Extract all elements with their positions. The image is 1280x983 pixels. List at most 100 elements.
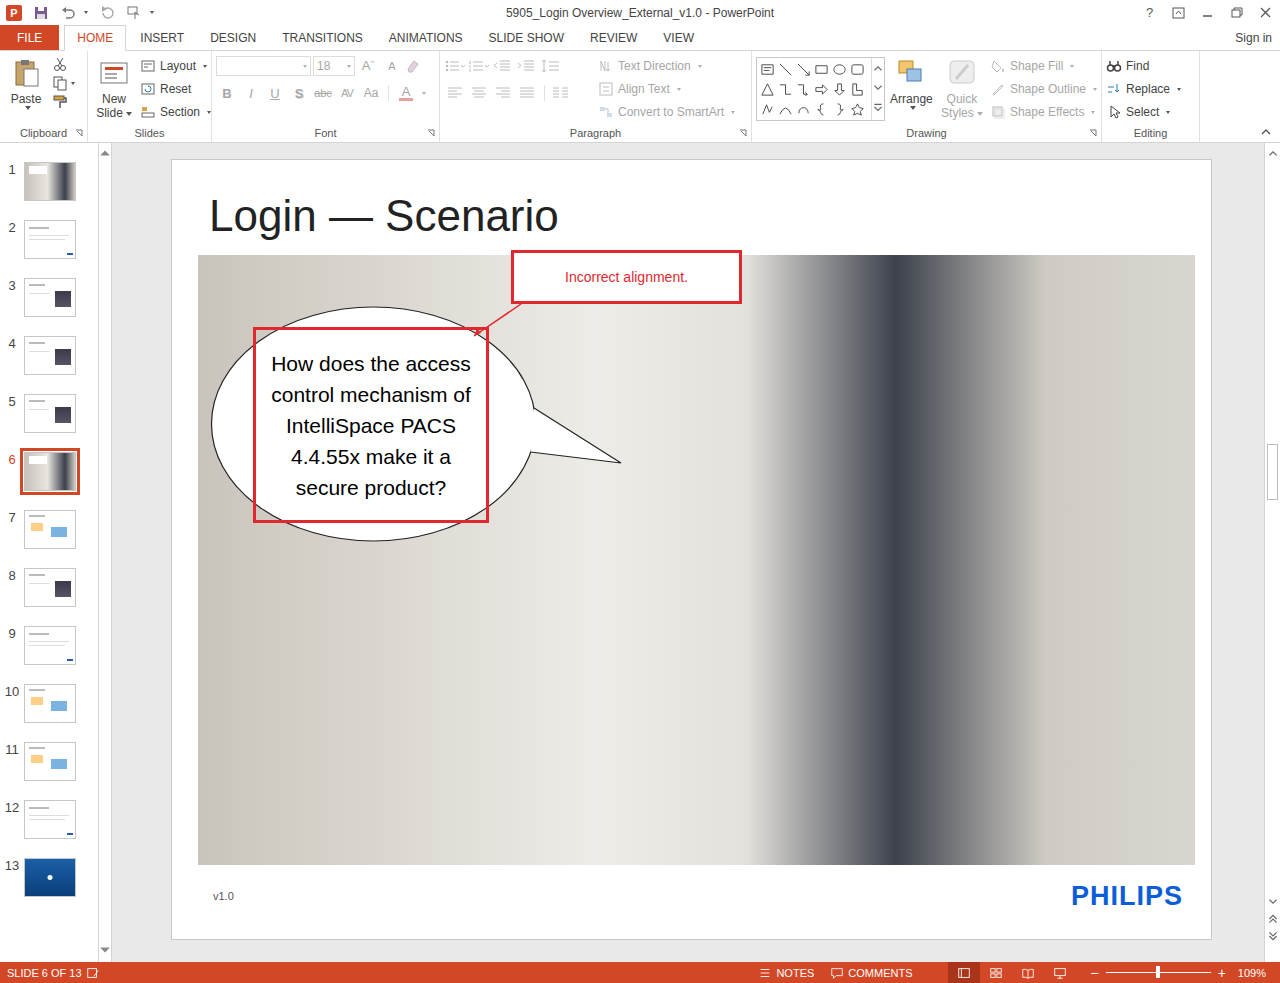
paste-button[interactable]: Paste [4,55,48,126]
slide-footer[interactable]: v1.0 [213,890,234,902]
editing-command[interactable]: Select [1106,102,1181,122]
clear-formatting-icon[interactable] [405,58,421,74]
thumbnails-scrollbar[interactable] [98,143,112,962]
dropdown-arrow-icon[interactable] [303,65,307,68]
arrange-button[interactable]: Arrange [889,55,934,126]
zoom-slider[interactable] [1106,972,1211,973]
font-name-field[interactable] [216,56,311,76]
slide-thumbnail[interactable] [24,858,76,897]
shape-icon[interactable] [814,102,829,117]
slide-thumbnail[interactable] [24,626,76,665]
ribbon-tab[interactable]: ANIMATIONS [377,25,475,50]
paragraph-command[interactable]: Align Text [598,79,735,99]
help-button[interactable]: ? [1135,5,1164,21]
slide-thumbnail[interactable] [24,278,76,317]
slide-thumbnail-row[interactable]: 2 [0,220,98,278]
editing-command[interactable]: Replace [1106,79,1181,99]
shadow-button[interactable]: S [288,86,310,101]
dropdown-arrow-icon[interactable] [698,65,702,68]
previous-slide-icon[interactable] [1267,913,1279,925]
dropdown-arrow-icon[interactable] [1166,111,1170,114]
slide-thumbnail[interactable] [24,800,76,839]
shrink-font-button[interactable]: A [381,60,403,72]
scroll-up-icon[interactable] [1267,147,1279,159]
shape-icon[interactable] [796,82,811,97]
slideshow-view-button[interactable] [1044,962,1076,983]
powerpoint-icon[interactable]: P [6,5,22,21]
slide-thumbnail[interactable] [24,510,76,549]
callout-text[interactable]: How does the access control mechanism of… [253,327,489,523]
paragraph-command[interactable]: Text Direction [598,56,735,76]
copy-icon[interactable] [52,75,68,91]
ribbon-tab[interactable]: DESIGN [198,25,268,50]
scroll-down-icon[interactable] [1267,896,1279,908]
new-slide-dropdown-arrow-icon[interactable] [126,112,132,116]
close-icon[interactable] [1251,5,1280,21]
shape-icon[interactable] [850,82,865,97]
increase-indent-icon[interactable] [516,58,538,74]
dropdown-arrow-icon[interactable] [731,111,735,114]
copy-dropdown-arrow-icon[interactable] [71,82,75,85]
undo-icon[interactable] [60,5,76,21]
arrange-dropdown-arrow-icon[interactable] [910,106,916,110]
comments-button[interactable]: COMMENTS [820,966,918,980]
shape-icon[interactable] [832,82,847,97]
ribbon-tab[interactable]: SLIDE SHOW [477,25,576,50]
align-center-icon[interactable] [468,85,490,101]
dropdown-arrow-icon[interactable] [1177,88,1181,91]
dropdown-arrow-icon[interactable] [207,111,211,114]
new-slide-button[interactable]: New Slide [92,55,136,126]
bullets-icon[interactable] [444,58,466,74]
review-comment[interactable]: Incorrect alignment. [511,250,742,304]
slide-thumbnail-row[interactable]: 9 [0,626,98,684]
zoom-in-button[interactable]: + [1214,965,1230,981]
slide-thumbnail-row[interactable]: 3 [0,278,98,336]
slides-command[interactable]: Layout [140,56,211,76]
scrollbar-thumb[interactable] [1267,444,1278,500]
shape-icon[interactable] [760,62,775,77]
shape-icon[interactable] [760,102,775,117]
shape-icon[interactable] [796,102,811,117]
shape-format-command[interactable]: Shape Effects [990,102,1097,122]
shape-icon[interactable] [778,82,793,97]
minimize-icon[interactable] [1193,5,1222,21]
paragraph-command[interactable]: Convert to SmartArt [598,102,735,122]
shape-format-command[interactable]: Shape Fill [990,56,1097,76]
line-spacing-icon[interactable] [540,58,562,74]
slide-thumbnail[interactable] [24,336,76,375]
dropdown-arrow-icon[interactable] [1070,65,1074,68]
align-right-icon[interactable] [492,85,514,101]
justify-icon[interactable] [516,85,538,101]
dialog-launcher-icon[interactable] [75,129,83,137]
reading-view-button[interactable] [1012,962,1044,983]
shape-icon[interactable] [814,62,829,77]
numbering-icon[interactable] [468,58,490,74]
restore-icon[interactable] [1222,5,1251,21]
slide-thumbnail[interactable] [24,742,76,781]
slides-command[interactable]: Section [140,102,211,122]
ribbon-tab[interactable]: INSERT [128,25,196,50]
font-size-field[interactable]: 18 [313,56,355,76]
slide-thumbnail-row[interactable]: 5 [0,394,98,452]
paste-dropdown-arrow-icon[interactable] [25,106,31,110]
dropdown-arrow-icon[interactable] [203,65,207,68]
slide-thumbnail-row[interactable]: 8 [0,568,98,626]
shape-icon[interactable] [814,82,829,97]
editing-command[interactable]: Find [1106,56,1181,76]
touch-mode-icon[interactable] [126,5,142,21]
slide-thumbnail[interactable] [24,220,76,259]
scroll-up-icon[interactable] [99,147,111,159]
shape-icon[interactable] [832,62,847,77]
quick-styles-button[interactable]: Quick Styles [938,55,986,126]
decrease-indent-icon[interactable] [492,58,514,74]
notes-button[interactable]: NOTES [748,966,820,980]
scroll-down-icon[interactable] [872,78,884,98]
slide-thumbnail[interactable] [24,162,76,201]
slide-title[interactable]: Login — Scenario [172,160,1211,255]
customize-toolbar-arrow-icon[interactable] [150,11,154,14]
slide-thumbnail-row[interactable]: 1 [0,162,98,220]
scroll-down-icon[interactable] [99,944,111,956]
cut-icon[interactable] [52,56,68,72]
dropdown-arrow-icon[interactable] [1091,111,1095,114]
slide-thumbnail-row[interactable]: 7 [0,510,98,568]
